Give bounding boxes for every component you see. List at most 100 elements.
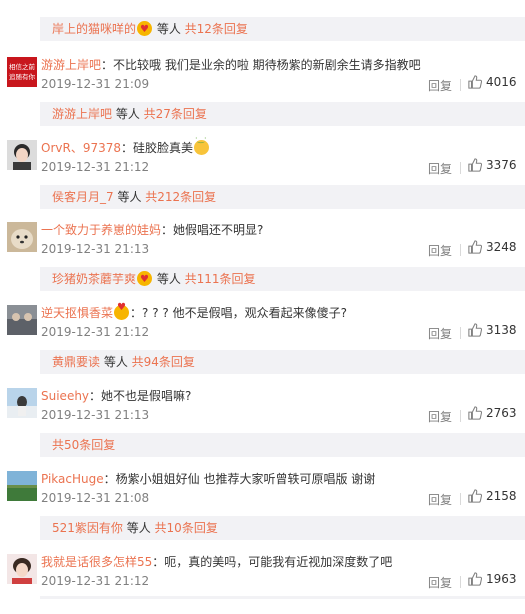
divider xyxy=(460,79,461,91)
reply-user-link[interactable]: 521紫因有你 xyxy=(52,521,123,535)
like-button[interactable]: 3376 xyxy=(468,158,517,172)
avatar-image-icon: 相信之前 追随有你 xyxy=(7,57,37,87)
comment-body: 她不也是假唱嘛? xyxy=(101,389,192,403)
reply-middle-text: 等人 xyxy=(122,521,155,535)
comment-text: 我就是话很多怎样55：呃，真的美吗，可能我有近视加深度数了吧 xyxy=(41,553,392,570)
reply-button[interactable]: 回复 xyxy=(428,491,452,508)
reply-count-link[interactable]: 共10条回复 xyxy=(155,521,218,535)
comment-text: PikacHuge：杨紫小姐姐好仙 也推荐大家听曾轶可原唱版 谢谢 xyxy=(41,470,375,487)
avatar[interactable] xyxy=(7,305,37,335)
like-button[interactable]: 1963 xyxy=(468,572,517,586)
like-count: 2763 xyxy=(486,406,517,420)
avatar-image-icon xyxy=(7,554,37,584)
like-count: 3138 xyxy=(486,323,517,337)
like-count: 2158 xyxy=(486,489,517,503)
comment-body: 不比较哦 我们是业余的啦 期待杨紫的新剧余生请多指教吧 xyxy=(113,58,421,72)
comment-time: 2019-12-31 21:13 xyxy=(41,242,150,256)
separator: ： xyxy=(101,58,114,72)
comment-text: 一个致力于养崽的娃妈：她假唱还不明显? xyxy=(41,221,263,238)
heart-emoji-icon xyxy=(137,268,153,291)
comment-time: 2019-12-31 21:08 xyxy=(41,491,150,505)
reply-button[interactable]: 回复 xyxy=(428,408,452,425)
reply-summary[interactable]: 黄鼎要读 等人 共94条回复 xyxy=(40,350,525,374)
reply-button[interactable]: 回复 xyxy=(428,77,452,94)
avatar[interactable] xyxy=(7,222,37,252)
like-count: 4016 xyxy=(486,75,517,89)
reply-summary[interactable]: 共50条回复 xyxy=(40,433,525,457)
comment-text: 游游上岸吧：不比较哦 我们是业余的啦 期待杨紫的新剧余生请多指教吧 xyxy=(41,56,421,73)
avatar[interactable] xyxy=(7,554,37,584)
like-button[interactable]: 3138 xyxy=(468,323,517,337)
comment-time: 2019-12-31 21:09 xyxy=(41,77,150,91)
reply-button[interactable]: 回复 xyxy=(428,574,452,591)
reply-middle-text: 等人 xyxy=(153,272,185,286)
reply-user-link[interactable]: 珍猪奶茶蘑芋爽 xyxy=(52,272,136,286)
separator: ： xyxy=(89,389,102,403)
comment-time: 2019-12-31 21:12 xyxy=(41,325,150,339)
reply-count-link[interactable]: 共27条回复 xyxy=(144,107,207,121)
divider xyxy=(460,244,461,256)
reply-count-link[interactable]: 共212条回复 xyxy=(145,190,216,204)
comment-text: Suieehy：她不也是假唱嘛? xyxy=(41,387,191,404)
reply-count-link[interactable]: 共94条回复 xyxy=(132,355,195,369)
reply-user-link[interactable]: 岸上的猫咪咩的 xyxy=(52,22,136,36)
thumbs-up-icon xyxy=(468,158,483,172)
reply-user-link[interactable]: 黄鼎要读 xyxy=(52,355,100,369)
like-count: 3248 xyxy=(486,240,517,254)
reply-summary[interactable]: 521紫因有你 等人 共10条回复 xyxy=(40,516,525,540)
avatar[interactable] xyxy=(7,140,37,170)
comment-body: 硅胶脸真美 xyxy=(133,141,194,155)
reply-count-link[interactable]: 共111条回复 xyxy=(185,272,256,286)
reply-middle-text: 等人 xyxy=(113,190,146,204)
thumbs-up-icon xyxy=(468,75,483,89)
reply-summary[interactable]: 侯客月月_7 等人 共212条回复 xyxy=(40,185,525,209)
comment-author[interactable]: Suieehy xyxy=(41,389,89,403)
divider xyxy=(460,576,461,588)
comment-author[interactable]: 游游上岸吧 xyxy=(41,58,101,72)
like-button[interactable]: 3248 xyxy=(468,240,517,254)
comment-text: OrvR、97378：硅胶脸真美 xyxy=(41,134,210,156)
comment-time: 2019-12-31 21:12 xyxy=(41,160,150,174)
avatar-image-icon xyxy=(7,140,37,170)
thumbs-up-icon xyxy=(468,240,483,254)
avatar[interactable] xyxy=(7,471,37,501)
reply-summary[interactable]: 岸上的猫咪咩的 等人 共12条回复 xyxy=(40,17,525,41)
reply-user-link[interactable]: 游游上岸吧 xyxy=(52,107,112,121)
reply-button[interactable]: 回复 xyxy=(428,242,452,259)
comment-item: 我就是话很多怎样55：呃，真的美吗，可能我有近视加深度数了吧 2019-12-3… xyxy=(0,554,525,614)
heart-emoji-icon xyxy=(114,302,130,320)
comment-author[interactable]: OrvR、97378 xyxy=(41,141,121,155)
comment-time: 2019-12-31 21:13 xyxy=(41,408,150,422)
heart-emoji-icon xyxy=(137,18,153,41)
like-button[interactable]: 4016 xyxy=(468,75,517,89)
like-count: 3376 xyxy=(486,158,517,172)
divider xyxy=(460,162,461,174)
comment-author[interactable]: PikacHuge xyxy=(41,472,104,486)
avatar-image-icon xyxy=(7,388,37,418)
thumbs-up-icon xyxy=(468,406,483,420)
avatar[interactable]: 相信之前 追随有你 xyxy=(7,57,37,87)
avatar[interactable] xyxy=(7,388,37,418)
thumbs-up-icon xyxy=(468,572,483,586)
separator: ： xyxy=(121,141,134,155)
like-button[interactable]: 2158 xyxy=(468,489,517,503)
separator: ： xyxy=(103,472,116,486)
comment-text: 逆天抠惧香菜 ：? ? ? 他不是假唱，观众看起来像傻子? xyxy=(41,302,347,321)
comment-author[interactable]: 一个致力于养崽的娃妈 xyxy=(41,223,161,237)
comment-body: 她假唱还不明显? xyxy=(173,223,264,237)
thumbs-up-icon xyxy=(468,323,483,337)
reply-count-link[interactable]: 共12条回复 xyxy=(185,22,248,36)
like-count: 1963 xyxy=(486,572,517,586)
reply-summary[interactable]: 游游上岸吧 等人 共27条回复 xyxy=(40,102,525,126)
reply-user-link[interactable]: 侯客月月_7 xyxy=(52,190,114,204)
thumbs-up-icon xyxy=(468,489,483,503)
reply-count-link[interactable]: 共50条回复 xyxy=(52,438,115,452)
separator: ： xyxy=(161,223,174,237)
reply-button[interactable]: 回复 xyxy=(428,160,452,177)
like-button[interactable]: 2763 xyxy=(468,406,517,420)
reply-summary[interactable]: 珍猪奶茶蘑芋爽 等人 共111条回复 xyxy=(40,267,525,291)
reply-button[interactable]: 回复 xyxy=(428,325,452,342)
comment-author[interactable]: 我就是话很多怎样55 xyxy=(41,555,152,569)
comment-author[interactable]: 逆天抠惧香菜 xyxy=(41,306,113,320)
reply-middle-text: 等人 xyxy=(100,355,132,369)
